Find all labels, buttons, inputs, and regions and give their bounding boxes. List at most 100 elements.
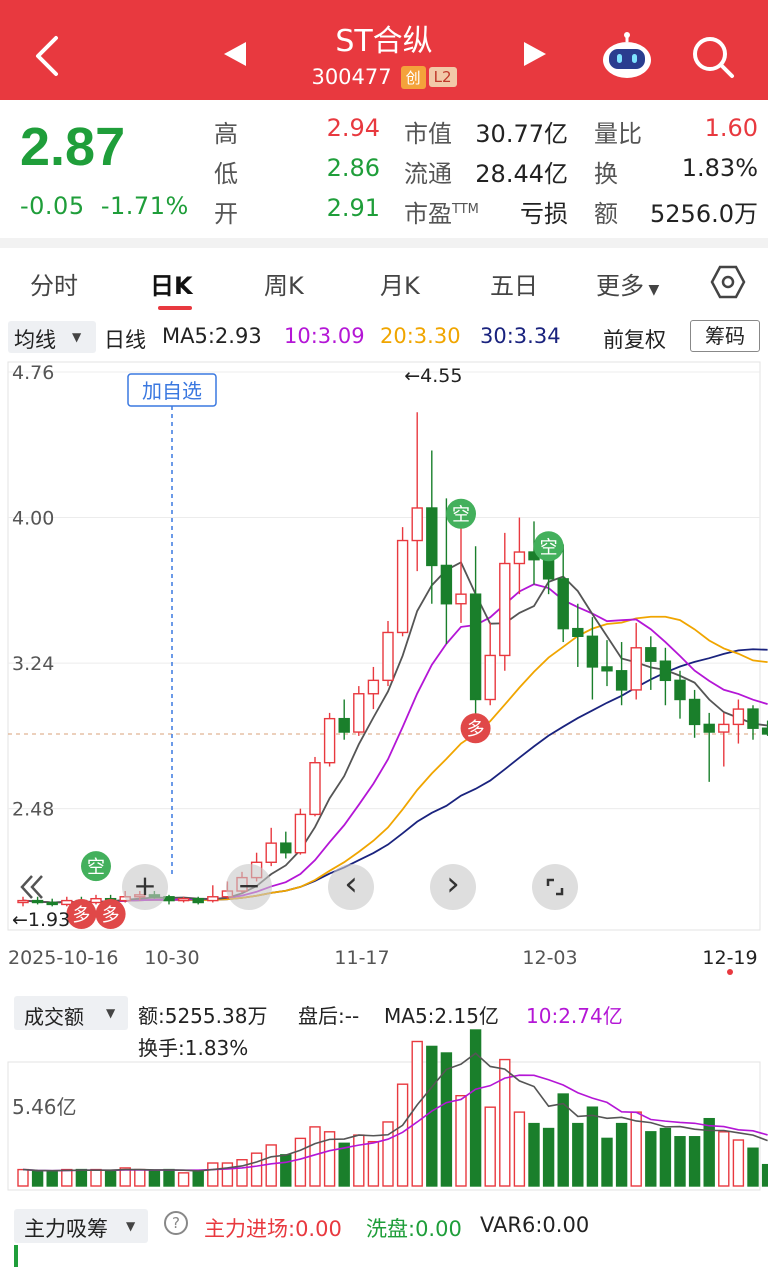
volume-bar: [747, 1147, 759, 1187]
prev-stock-button[interactable]: [224, 42, 246, 66]
next-stock-button[interactable]: [524, 42, 546, 66]
x-axis-label: 12-03: [522, 947, 577, 969]
zoom-out-button[interactable]: −: [226, 864, 272, 910]
tab-weekly[interactable]: 周K: [264, 266, 304, 301]
volume-bar: [280, 1154, 292, 1187]
candle-body: [732, 708, 745, 726]
candle-body: [674, 679, 686, 701]
turnover-value: 1.83%: [681, 154, 758, 182]
amount-label: 额: [594, 200, 618, 228]
fullscreen-icon: [546, 878, 564, 896]
candle-body: [484, 654, 496, 701]
robot-assistant-icon[interactable]: [600, 32, 654, 80]
turnover-label: 换: [594, 160, 618, 188]
last-price: 2.87: [20, 117, 126, 177]
candle-body: [323, 717, 336, 764]
volume-bar: [338, 1142, 350, 1187]
volume-bar: [674, 1136, 686, 1187]
ma5-line: [22, 561, 768, 904]
candle-body: [615, 670, 628, 691]
ma10-value: 10:3.09: [284, 324, 365, 348]
pe-label: 市盈TTM: [404, 200, 479, 228]
scroll-left-button[interactable]: ‹: [328, 864, 374, 910]
volume-bar: [396, 1083, 409, 1187]
tab-daily[interactable]: 日K: [150, 266, 193, 301]
caret-down-icon: ▼: [644, 282, 660, 298]
volume-bar: [659, 1127, 672, 1187]
chips-button[interactable]: 筹码: [690, 320, 760, 352]
ma-dropdown[interactable]: 均线 ▼: [8, 321, 96, 353]
signal-long-text: 多: [72, 905, 90, 926]
candle-body: [90, 897, 102, 904]
volume-bar: [513, 1111, 526, 1187]
fullscreen-button[interactable]: [532, 864, 578, 910]
high-label: 高: [214, 120, 238, 148]
mcap-label: 市值: [404, 120, 452, 148]
signal-long-text: 多: [102, 905, 120, 926]
indicator-bar-mark: [14, 1245, 18, 1267]
volume-bar: [207, 1162, 219, 1187]
volume-bar: [528, 1122, 540, 1187]
volume-bar: [353, 1134, 365, 1187]
volume-bar: [615, 1122, 628, 1187]
y-tick-label: 4.76: [12, 362, 54, 384]
active-tab-indicator: [158, 306, 192, 310]
volume-bar: [75, 1168, 88, 1187]
ma30-value: 30:3.34: [480, 324, 561, 348]
amount-value: 5256.0万: [650, 200, 758, 228]
volume-bar: [250, 1152, 263, 1187]
min-price-note: ←1.93: [12, 909, 70, 931]
candle-body: [382, 631, 394, 682]
candle-body: [426, 507, 438, 567]
collapse-left-button[interactable]: [12, 864, 52, 910]
scroll-right-button[interactable]: ›: [430, 864, 476, 910]
volume-bar: [455, 1094, 467, 1187]
tab-monthly[interactable]: 月K: [380, 266, 420, 301]
candle-body: [630, 647, 642, 691]
volume-bar: [294, 1137, 307, 1187]
period-tabs: 分时 日K 周K 月K 五日 更多 ▼: [0, 254, 768, 314]
tab-intraday[interactable]: 分时: [30, 266, 78, 301]
volume-bar: [134, 1168, 146, 1187]
ma30-line: [22, 648, 768, 904]
tab-five-day[interactable]: 五日: [490, 266, 538, 301]
volume-bar: [17, 1168, 29, 1187]
open-label: 开: [214, 200, 238, 228]
indicator-dropdown[interactable]: 主力吸筹 ▼: [14, 1209, 148, 1243]
x-axis-label: 12-19: [702, 947, 757, 969]
volume-bar: [265, 1144, 277, 1187]
x-axis-label: 2025-10-16: [8, 947, 118, 969]
zoom-in-button[interactable]: +: [122, 864, 168, 910]
volume-bar: [426, 1045, 438, 1187]
tab-more[interactable]: 更多 ▼: [596, 266, 659, 301]
volume-chart: 5.46亿: [0, 1000, 768, 1195]
volume-bar: [163, 1168, 175, 1187]
candle-body: [294, 813, 307, 854]
volume-bar: [645, 1131, 657, 1187]
volume-bar: [177, 1172, 190, 1187]
search-icon[interactable]: [690, 34, 736, 80]
max-price-note: ←4.55: [404, 365, 462, 387]
kline-chart[interactable]: 4.76 4.00 3.24 2.48 空空空多多多 ←4.55 ←1.93 加自选 202…: [0, 358, 768, 988]
caret-down-icon: ▼: [72, 330, 82, 344]
vr-value: 1.60: [704, 114, 758, 142]
candle-body: [265, 842, 277, 863]
signal-short-text: 空: [87, 857, 105, 878]
x-axis-label: 10-30: [144, 947, 199, 969]
candle-body: [309, 761, 321, 816]
signal-long-text: 多: [467, 719, 485, 740]
moving-averages: [22, 561, 768, 904]
settings-hex-icon[interactable]: [710, 264, 746, 300]
candle-body: [455, 593, 467, 605]
help-icon[interactable]: ?: [164, 1211, 188, 1235]
candle-body: [469, 593, 482, 701]
price-change: -0.05 -1.71%: [20, 192, 189, 220]
volume-bar: [542, 1127, 555, 1187]
kline-svg[interactable]: 4.764.003.242.48 空空空多 多多 ←4.55←1.93加自选202…: [0, 358, 768, 988]
adjust-mode[interactable]: 前复权: [603, 324, 666, 354]
volume-bar: [148, 1170, 161, 1187]
quote-panel: 2.87 -0.05 -1.71% 高 2.94 低 2.86 开 2.91 市…: [0, 100, 768, 240]
ma-legend-bar: 均线 ▼ 日线 MA5:2.93 10:3.09 20:3.30 30:3.34…: [0, 318, 768, 358]
volume-bar: [718, 1131, 730, 1187]
volume-svg: 5.46亿: [7, 1029, 768, 1191]
